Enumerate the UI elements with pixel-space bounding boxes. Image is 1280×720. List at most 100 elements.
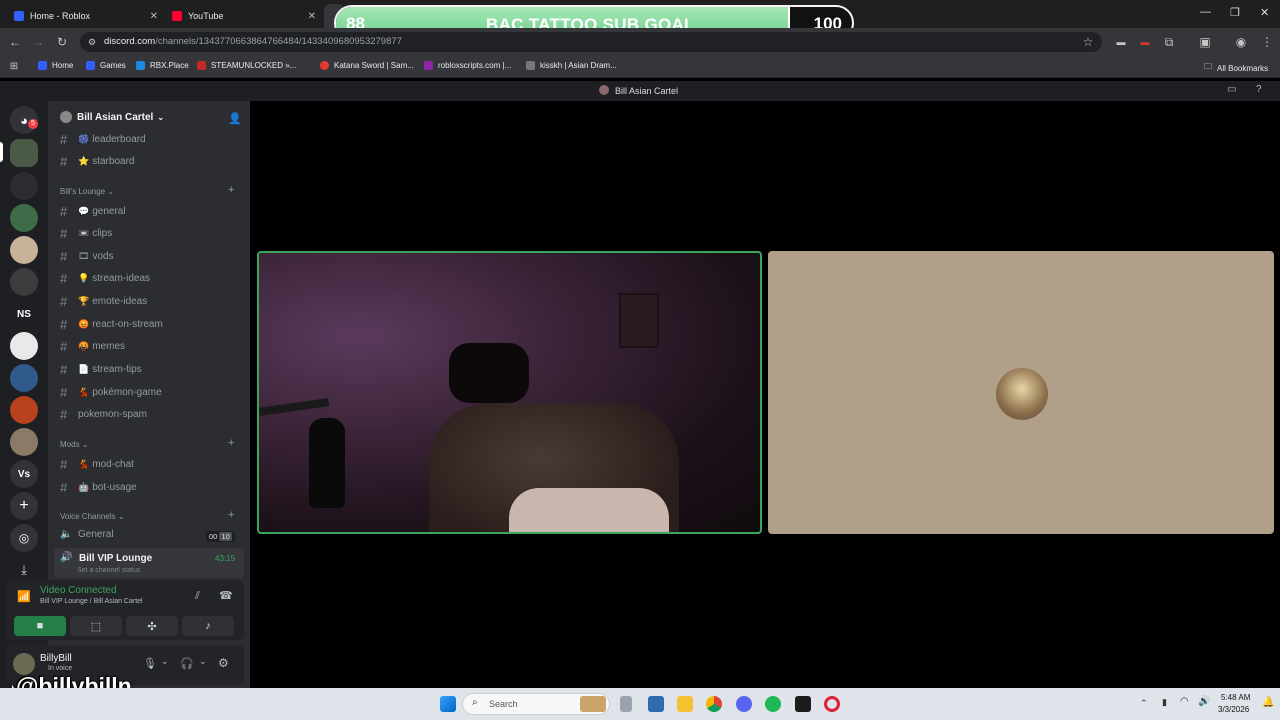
- close-window-icon[interactable]: ✕: [1260, 6, 1269, 19]
- server-icon[interactable]: [10, 172, 38, 200]
- noise-suppression-icon[interactable]: ⫽: [195, 590, 200, 603]
- channel-pokemon-spam[interactable]: # pokemon-spam: [60, 407, 147, 422]
- settings-gear-icon[interactable]: ⚙: [218, 656, 229, 670]
- bookmark-home[interactable]: Home: [38, 61, 73, 70]
- bookmark-games[interactable]: Games: [86, 61, 126, 70]
- bookmark-rbxplace[interactable]: RBX.Place: [136, 61, 189, 70]
- channel-general[interactable]: # 💬 general: [60, 204, 126, 219]
- server-icon[interactable]: [10, 396, 38, 424]
- help-icon[interactable]: ?: [1256, 84, 1262, 95]
- server-icon[interactable]: [10, 364, 38, 392]
- microphone-icon[interactable]: 🎙: [143, 657, 157, 670]
- windows-start-icon[interactable]: [440, 696, 456, 712]
- profile-avatar-icon[interactable]: ◉: [1233, 34, 1249, 50]
- channel-pokemon-game[interactable]: # 💃 pokémon-game: [60, 385, 162, 400]
- tray-chevron-up-icon[interactable]: ⌃: [1140, 698, 1148, 709]
- server-icon-bill-asian-cartel[interactable]: [10, 139, 38, 167]
- server-icon-vs[interactable]: Vs: [10, 460, 38, 488]
- channel-clips[interactable]: # 📼 clips: [60, 226, 112, 241]
- chevron-down-icon[interactable]: ⌄: [161, 656, 169, 667]
- usb-icon[interactable]: ▮: [1162, 697, 1167, 708]
- forward-icon[interactable]: →: [30, 34, 46, 50]
- opera-icon[interactable]: [824, 696, 840, 712]
- add-channel-icon[interactable]: +: [228, 184, 234, 196]
- bookmark-kisskh[interactable]: kisskh | Asian Dram...: [526, 61, 617, 70]
- server-icon-ns[interactable]: NS: [10, 300, 38, 328]
- menu-kebab-icon[interactable]: ⋮: [1259, 34, 1275, 50]
- share-screen-button[interactable]: ⬚: [70, 616, 122, 636]
- category-voice-channels[interactable]: Voice Channels ⌄: [60, 512, 125, 521]
- discord-taskbar-icon[interactable]: [736, 696, 752, 712]
- chrome-icon[interactable]: [706, 696, 722, 712]
- headphones-icon[interactable]: 🎧: [180, 657, 194, 670]
- extension-red-icon[interactable]: ▬: [1137, 34, 1153, 50]
- channel-emote-ideas[interactable]: # 🏆 emote-ideas: [60, 294, 147, 309]
- channel-react-on-stream[interactable]: # 😡 react-on-stream: [60, 317, 163, 332]
- back-icon[interactable]: ←: [7, 34, 23, 50]
- inbox-icon[interactable]: ▭: [1227, 84, 1236, 95]
- clock-time[interactable]: 5:48 AM: [1221, 693, 1250, 702]
- channel-memes[interactable]: # 🤬 memes: [60, 339, 125, 354]
- task-view-icon[interactable]: [620, 696, 632, 712]
- bookmark-robloxscripts[interactable]: robloxscripts.com |...: [424, 61, 511, 70]
- add-server-icon[interactable]: +: [10, 492, 38, 520]
- channel-leaderboard[interactable]: # 🎆 leaderboard: [60, 132, 146, 147]
- extensions-puzzle-icon[interactable]: ⧉: [1161, 34, 1177, 50]
- server-icon[interactable]: [10, 268, 38, 296]
- minimize-icon[interactable]: —: [1200, 6, 1211, 18]
- bookmark-steamunlocked[interactable]: STEAMUNLOCKED »...: [197, 61, 296, 70]
- bookmark-katana[interactable]: Katana Sword | Sam...: [320, 61, 414, 70]
- sidepanel-icon[interactable]: ▣: [1197, 34, 1213, 50]
- url-text[interactable]: discord.com/channels/1343770663864766484…: [104, 36, 402, 47]
- chevron-down-icon[interactable]: ⌄: [199, 656, 207, 667]
- notifications-icon[interactable]: 🔔: [1262, 697, 1274, 708]
- site-info-icon[interactable]: ⚙: [84, 34, 100, 50]
- all-bookmarks[interactable]: 🗀 All Bookmarks: [1204, 61, 1268, 75]
- maximize-icon[interactable]: ❐: [1230, 6, 1240, 19]
- spotify-icon[interactable]: [765, 696, 781, 712]
- close-tab-icon[interactable]: ✕: [150, 11, 158, 22]
- reload-icon[interactable]: ↻: [54, 34, 70, 50]
- bookmark-star-icon[interactable]: ☆: [1080, 34, 1096, 50]
- channel-vods[interactable]: # 🎞 vods: [60, 249, 114, 264]
- user-avatar[interactable]: [13, 653, 35, 675]
- tab-roblox[interactable]: Home - Roblox ✕: [6, 4, 166, 28]
- server-header[interactable]: Bill Asian Cartel ⌄: [60, 111, 164, 123]
- wifi-icon[interactable]: ◠: [1180, 696, 1189, 707]
- category-mods[interactable]: Mods ⌄: [60, 440, 89, 449]
- file-explorer-icon[interactable]: [677, 696, 693, 712]
- voice-status[interactable]: Video Connected: [40, 585, 117, 596]
- invite-people-icon[interactable]: 👤: [228, 112, 242, 125]
- mic-arm-image: [259, 398, 330, 416]
- channel-stream-ideas[interactable]: # 💡 stream-ideas: [60, 271, 150, 286]
- disconnect-icon[interactable]: ☎: [219, 589, 233, 602]
- channel-mod-chat[interactable]: # 💃 mod-chat: [60, 457, 134, 472]
- extension-icon[interactable]: ▬: [1113, 34, 1129, 50]
- camera-button[interactable]: ■: [14, 616, 66, 636]
- server-icon[interactable]: [10, 428, 38, 456]
- close-tab-icon[interactable]: ✕: [308, 11, 316, 22]
- clock-date[interactable]: 3/3/2026: [1218, 705, 1249, 714]
- channel-bot-usage[interactable]: # 🤖 bot-usage: [60, 480, 137, 495]
- channel-stream-tips[interactable]: # 📄 stream-tips: [60, 362, 142, 377]
- app-icon[interactable]: [795, 696, 811, 712]
- activities-button[interactable]: ✣: [126, 616, 178, 636]
- soundboard-button[interactable]: ♪: [182, 616, 234, 636]
- category-bills-lounge[interactable]: Bill's Lounge ⌄: [60, 187, 114, 196]
- channel-status-placeholder[interactable]: Set a channel status: [77, 567, 140, 574]
- server-icon[interactable]: [10, 332, 38, 360]
- add-channel-icon[interactable]: +: [228, 509, 234, 521]
- apps-grid-icon[interactable]: ⊞: [6, 59, 22, 75]
- voice-location[interactable]: Bill VIP Lounge / Bill Asian Cartel: [40, 598, 143, 605]
- channel-starboard[interactable]: # ⭐ starboard: [60, 154, 134, 169]
- widgets-icon[interactable]: [648, 696, 664, 712]
- server-icon[interactable]: [10, 236, 38, 264]
- server-icon[interactable]: [10, 204, 38, 232]
- explore-icon[interactable]: ◎: [10, 524, 38, 552]
- tab-youtube[interactable]: YouTube ✕: [164, 4, 324, 28]
- video-tile-speaking[interactable]: [257, 251, 762, 534]
- volume-icon[interactable]: 🔊: [1198, 696, 1210, 707]
- username[interactable]: BillyBill: [40, 653, 72, 664]
- voice-channel-general[interactable]: 🔈 General: [60, 529, 114, 540]
- add-channel-icon[interactable]: +: [228, 437, 234, 449]
